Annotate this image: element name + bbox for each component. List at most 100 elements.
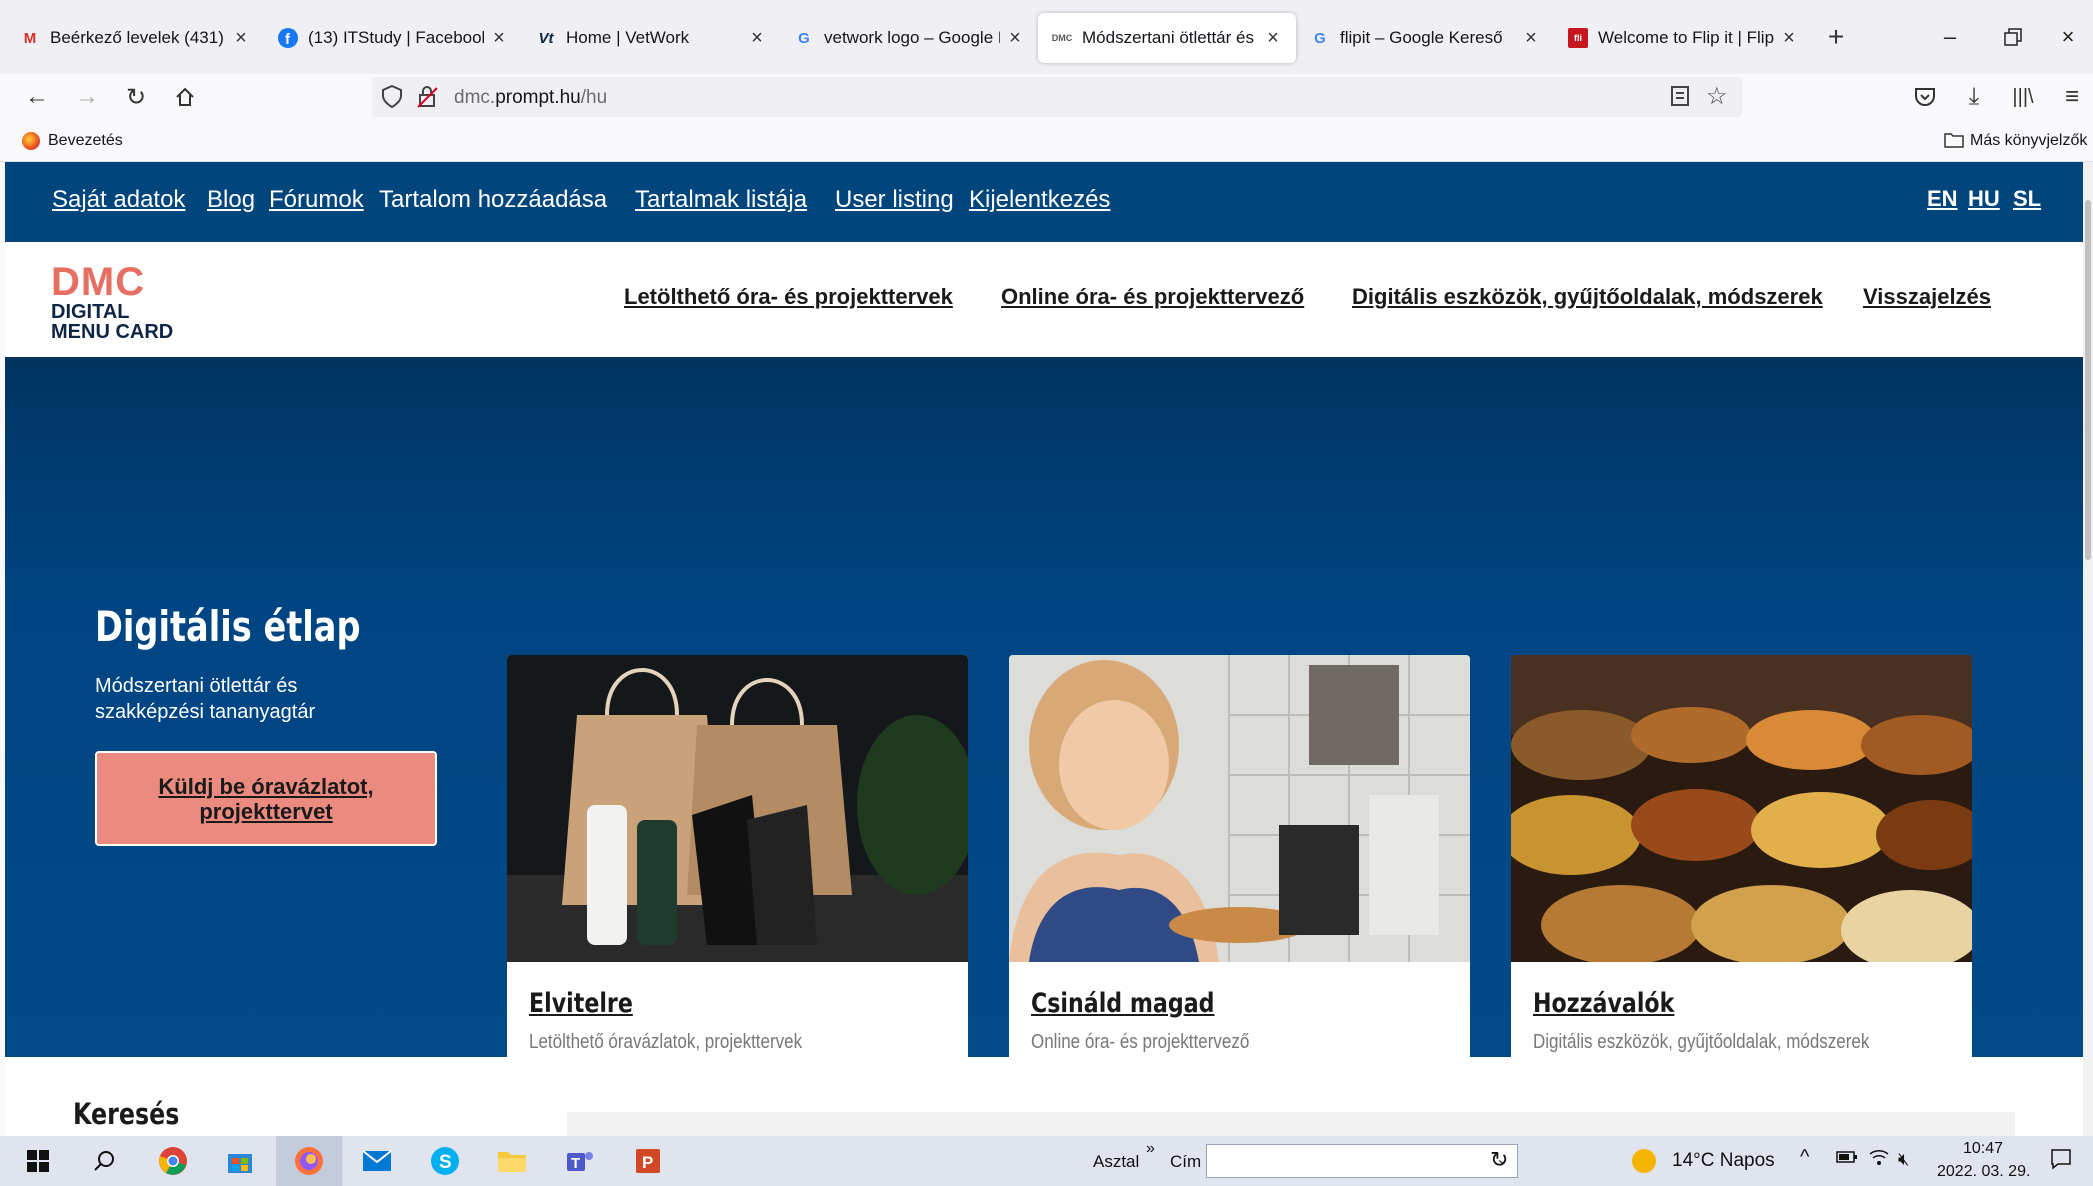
- firefox-bookmark-icon: [22, 132, 40, 150]
- card-takeaway[interactable]: Elvitelre Letölthető óravázlatok, projek…: [507, 655, 968, 1085]
- powerpoint-icon[interactable]: P: [628, 1142, 668, 1180]
- close-icon[interactable]: ×: [490, 27, 508, 50]
- browser-tab-active[interactable]: DMC Módszertani ötlettár és s ×: [1038, 13, 1296, 63]
- bookmark-star-icon[interactable]: ☆: [1706, 82, 1728, 111]
- nav-digital-tools[interactable]: Digitális eszközök, gyűjtőoldalak, módsz…: [1352, 284, 1823, 310]
- close-icon[interactable]: ×: [1264, 27, 1282, 50]
- card-image-woman-kitchen: [1009, 655, 1470, 962]
- pocket-icon[interactable]: [1908, 80, 1942, 114]
- reader-view-icon[interactable]: [1670, 85, 1690, 112]
- lang-sl[interactable]: SL: [2013, 186, 2041, 212]
- other-bookmarks[interactable]: Más könyvjelzők: [1970, 132, 2087, 150]
- hero-subtitle: Módszertani ötlettár és szakképzési tana…: [95, 675, 316, 723]
- library-icon[interactable]: |||\: [2006, 80, 2040, 114]
- wifi-icon[interactable]: [1868, 1148, 1890, 1171]
- card-title[interactable]: Elvitelre: [529, 988, 633, 1019]
- sun-weather-icon[interactable]: [1632, 1149, 1656, 1173]
- browser-tab[interactable]: M Beérkező levelek (431) - ×: [6, 13, 264, 63]
- toolbar-expand-icon[interactable]: »: [1146, 1140, 1155, 1158]
- search-heading: Keresés: [73, 1097, 180, 1131]
- mail-icon[interactable]: [357, 1142, 397, 1180]
- browser-tab[interactable]: Vt Home | VetWork ×: [522, 13, 780, 63]
- shield-icon[interactable]: [380, 84, 404, 115]
- bookmark-getting-started[interactable]: Bevezetés: [48, 132, 123, 150]
- teams-icon[interactable]: T: [560, 1142, 600, 1180]
- file-explorer-icon[interactable]: [492, 1142, 532, 1180]
- url-bar[interactable]: dmc.prompt.hu/hu ☆: [372, 77, 1742, 117]
- reload-icon[interactable]: ↻: [119, 80, 153, 114]
- logo-dmc: DMC: [51, 260, 146, 304]
- hero-title: Digitális étlap: [95, 602, 361, 651]
- lang-en[interactable]: EN: [1927, 186, 1958, 212]
- card-diy[interactable]: Csináld magad Online óra- és projektterv…: [1009, 655, 1470, 1085]
- nav-downloadable-plans[interactable]: Letölthető óra- és projekttervek: [624, 284, 953, 310]
- chrome-icon[interactable]: [153, 1142, 193, 1180]
- new-tab-button[interactable]: +: [1816, 21, 1856, 53]
- google-icon: G: [798, 29, 810, 47]
- folder-icon: [1944, 131, 1964, 154]
- store-icon[interactable]: [220, 1142, 260, 1180]
- close-icon[interactable]: ×: [232, 27, 250, 50]
- chevron-up-icon[interactable]: ^: [1800, 1146, 1809, 1169]
- menu-link-blog[interactable]: Blog: [207, 186, 255, 214]
- close-window-icon[interactable]: ×: [2043, 0, 2093, 74]
- skype-icon[interactable]: S: [425, 1142, 465, 1180]
- nav-feedback[interactable]: Visszajelzés: [1863, 284, 1991, 310]
- taskbar-address-input[interactable]: ⌄: [1206, 1144, 1518, 1178]
- notifications-icon[interactable]: [2050, 1148, 2072, 1175]
- weather-text[interactable]: 14°C Napos: [1672, 1150, 1775, 1172]
- restore-icon[interactable]: [1983, 0, 2043, 74]
- back-icon[interactable]: ←: [20, 80, 54, 114]
- close-icon[interactable]: ×: [1006, 27, 1024, 50]
- submit-plan-button[interactable]: Küldj be óravázlatot, projekttervet: [95, 751, 437, 846]
- card-description: Online óra- és projekttervező: [1031, 1031, 1250, 1053]
- scrollbar-thumb[interactable]: [2085, 200, 2091, 560]
- forward-icon[interactable]: →: [70, 80, 104, 114]
- desktop-toolbar-label[interactable]: Asztal: [1093, 1152, 1139, 1172]
- tab-title: Módszertani ötlettár és s: [1082, 28, 1258, 47]
- card-image-spice-pots: [1511, 655, 1972, 962]
- card-ingredients[interactable]: Hozzávalók Digitális eszközök, gyűjtőold…: [1511, 655, 1972, 1085]
- download-icon[interactable]: ⤓: [1957, 80, 1991, 114]
- go-refresh-icon[interactable]: ↻: [1490, 1147, 1508, 1173]
- card-title[interactable]: Csináld magad: [1031, 988, 1215, 1019]
- facebook-icon: f: [278, 28, 298, 48]
- menu-link-add-content[interactable]: Tartalom hozzáadása: [379, 186, 607, 214]
- menu-link-own-data[interactable]: Saját adatok: [52, 186, 185, 214]
- browser-tab[interactable]: G flipit – Google Kereső ×: [1296, 13, 1554, 63]
- browser-tab[interactable]: f (13) ITStudy | Facebook ×: [264, 13, 522, 63]
- browser-tab-bar: M Beérkező levelek (431) - × f (13) ITSt…: [0, 0, 2093, 74]
- menu-link-forums[interactable]: Fórumok: [269, 186, 364, 214]
- close-icon[interactable]: ×: [748, 27, 766, 50]
- card-title[interactable]: Hozzávalók: [1533, 988, 1674, 1019]
- windows-start-icon[interactable]: [18, 1142, 58, 1180]
- minimize-icon[interactable]: –: [1920, 0, 1980, 74]
- menu-link-content-list[interactable]: Tartalmak listája: [635, 186, 807, 214]
- menu-link-user-listing[interactable]: User listing: [835, 186, 954, 214]
- browser-tab[interactable]: fli Welcome to Flip it | Flip ×: [1554, 13, 1812, 63]
- search-icon[interactable]: [84, 1142, 124, 1180]
- card-description: Letölthető óravázlatok, projekttervek: [529, 1031, 803, 1053]
- hero-section: Digitális étlap Módszertani ötlettár és …: [5, 357, 2083, 1085]
- browser-tab[interactable]: G vetwork logo – Google K ×: [780, 13, 1038, 63]
- close-icon[interactable]: ×: [1522, 27, 1540, 50]
- battery-icon[interactable]: [1836, 1149, 1858, 1170]
- browser-navigation-bar: ← → ↻ dmc.prompt.hu/hu ☆ ⤓ |||\ ≡: [0, 74, 2093, 120]
- firefox-icon[interactable]: [289, 1142, 329, 1180]
- nav-online-planner[interactable]: Online óra- és projekttervező: [1001, 284, 1304, 310]
- insecure-lock-icon[interactable]: [417, 85, 439, 114]
- lang-hu[interactable]: HU: [1968, 186, 2000, 212]
- menu-link-logout[interactable]: Kijelentkezés: [969, 186, 1110, 214]
- close-icon[interactable]: ×: [1780, 27, 1798, 50]
- svg-text:S: S: [439, 1152, 452, 1173]
- volume-muted-icon[interactable]: 🔇︎: [1898, 1149, 1909, 1170]
- url-text[interactable]: dmc.prompt.hu/hu: [454, 87, 607, 109]
- tab-title: Welcome to Flip it | Flip: [1598, 28, 1774, 47]
- home-icon[interactable]: [168, 80, 202, 114]
- clock-time[interactable]: 10:47: [1963, 1140, 2003, 1158]
- clock-date[interactable]: 2022. 03. 29.: [1937, 1163, 2030, 1181]
- google-icon: G: [1314, 29, 1326, 47]
- page-scrollbar[interactable]: [2083, 162, 2093, 1136]
- search-area[interactable]: [567, 1112, 2015, 1136]
- menu-icon[interactable]: ≡: [2055, 80, 2089, 114]
